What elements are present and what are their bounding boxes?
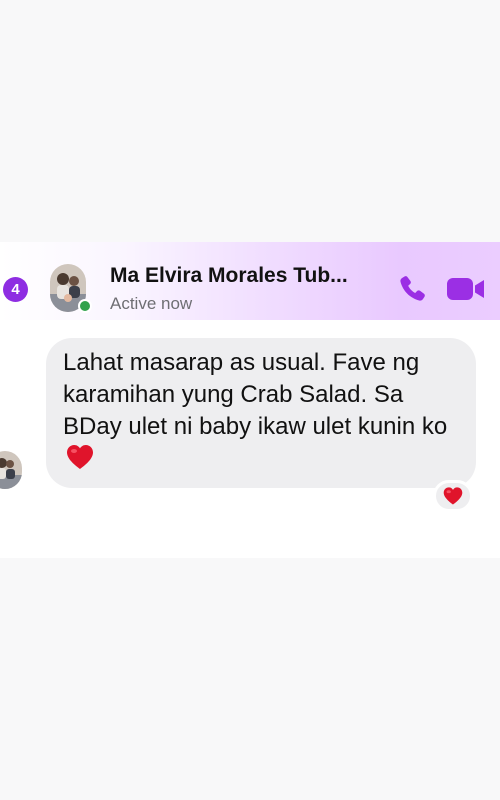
top-blank-area xyxy=(0,0,500,242)
message-bubble[interactable]: Lahat masarap as usual. Fave ng karamiha… xyxy=(46,338,476,488)
video-camera-icon xyxy=(447,278,484,300)
conversation-header: 4 Ma Elvira Morales Tub... Active now xyxy=(0,242,500,320)
back-unread-badge[interactable]: 4 xyxy=(3,277,28,302)
contact-name[interactable]: Ma Elvira Morales Tub... xyxy=(110,264,390,288)
heart-icon xyxy=(443,487,463,505)
message-reaction[interactable] xyxy=(433,480,473,512)
active-status: Active now xyxy=(110,294,193,313)
heart-icon xyxy=(65,443,95,480)
sender-photo xyxy=(0,451,22,489)
phone-icon xyxy=(400,276,425,301)
bottom-blank-area xyxy=(0,558,500,800)
video-call-button[interactable] xyxy=(446,275,486,303)
chat-screen: 4 Ma Elvira Morales Tub... Active now La… xyxy=(0,242,500,558)
message-text: Lahat masarap as usual. Fave ng karamiha… xyxy=(63,349,448,440)
call-button[interactable] xyxy=(396,273,428,305)
sender-avatar[interactable] xyxy=(0,451,22,489)
online-status-dot xyxy=(78,299,92,313)
